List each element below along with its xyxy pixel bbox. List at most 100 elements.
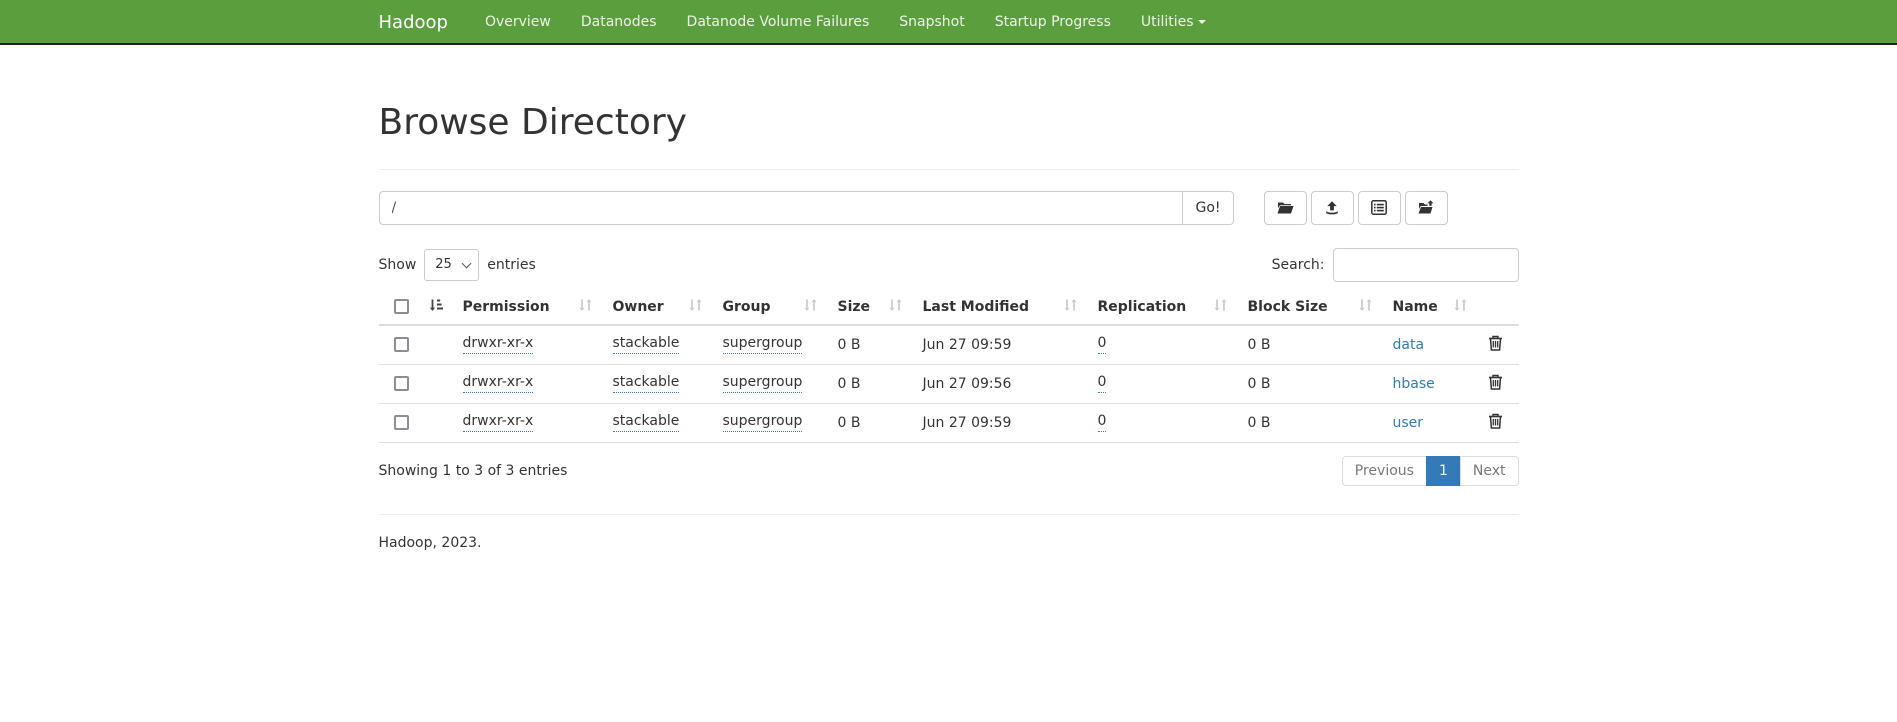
group-cell[interactable]: supergroup: [723, 374, 803, 393]
search-label: Search:: [1272, 257, 1325, 273]
create-directory-button[interactable]: [1264, 191, 1307, 225]
nav-item-utilities-dropdown[interactable]: Utilities: [1126, 0, 1221, 45]
column-header-size[interactable]: Size: [830, 290, 915, 325]
pagination-page-1[interactable]: 1: [1427, 456, 1461, 486]
size-cell: 0 B: [830, 403, 915, 442]
column-label: Last Modified: [923, 299, 1030, 315]
group-cell[interactable]: supergroup: [723, 413, 803, 432]
column-header-last-modified[interactable]: Last Modified: [915, 290, 1090, 325]
column-header-name[interactable]: Name: [1385, 290, 1480, 325]
go-button[interactable]: Go!: [1182, 191, 1233, 225]
folder-move-button[interactable]: [1405, 191, 1448, 225]
table-info: Showing 1 to 3 of 3 entries: [379, 463, 568, 479]
nav-item-datanode-volume-failures[interactable]: Datanode Volume Failures: [672, 0, 885, 45]
sort-both-icon: [578, 298, 593, 316]
column-label: Owner: [613, 299, 664, 315]
upload-files-button[interactable]: [1311, 191, 1354, 225]
directory-path-input[interactable]: [379, 191, 1184, 225]
path-form: Go!: [379, 191, 1519, 225]
folder-move-icon: [1418, 200, 1435, 215]
replication-cell[interactable]: 0: [1098, 374, 1107, 393]
block-size-cell: 0 B: [1240, 403, 1385, 442]
footer-text: Hadoop, 2023.: [379, 535, 1519, 551]
table-row: drwxr-xr-x stackable supergroup 0 B Jun …: [379, 403, 1519, 442]
column-header-block-size[interactable]: Block Size: [1240, 290, 1385, 325]
delete-button[interactable]: [1488, 413, 1503, 432]
pagination-previous[interactable]: Previous: [1342, 456, 1427, 486]
trash-icon: [1488, 417, 1503, 432]
row-checkbox[interactable]: [394, 376, 409, 391]
sort-both-icon: [1453, 298, 1468, 316]
table-row: drwxr-xr-x stackable supergroup 0 B Jun …: [379, 364, 1519, 403]
owner-cell[interactable]: stackable: [613, 413, 680, 432]
owner-cell[interactable]: stackable: [613, 335, 680, 354]
brand-hadoop[interactable]: Hadoop: [379, 0, 448, 45]
list-alt-button[interactable]: [1358, 191, 1401, 225]
folder-open-icon: [1277, 200, 1294, 215]
search-control: Search:: [1272, 248, 1519, 282]
group-cell[interactable]: supergroup: [723, 335, 803, 354]
last-modified-cell: Jun 27 09:59: [915, 403, 1090, 442]
sort-both-icon: [1358, 298, 1373, 316]
column-header-owner[interactable]: Owner: [605, 290, 715, 325]
directory-name-link[interactable]: user: [1393, 415, 1424, 431]
last-modified-cell: Jun 27 09:56: [915, 364, 1090, 403]
utilities-label: Utilities: [1141, 14, 1194, 30]
replication-cell[interactable]: 0: [1098, 335, 1107, 354]
column-header-group[interactable]: Group: [715, 290, 830, 325]
search-input[interactable]: [1333, 248, 1519, 282]
delete-button[interactable]: [1488, 374, 1503, 393]
column-header-replication[interactable]: Replication: [1090, 290, 1240, 325]
sort-both-icon: [803, 298, 818, 316]
column-header-actions: [1480, 290, 1519, 325]
show-label: Show: [379, 257, 417, 273]
permission-cell[interactable]: drwxr-xr-x: [463, 374, 534, 393]
page-length-select[interactable]: 25: [424, 249, 479, 281]
delete-button[interactable]: [1488, 335, 1503, 354]
directory-table: Permission Owner Group Size Last Modifie…: [379, 290, 1519, 443]
pagination-next[interactable]: Next: [1461, 456, 1519, 486]
page-length-control: Show 25 entries: [379, 249, 536, 281]
trash-icon: [1488, 378, 1503, 393]
sort-asc-icon: [429, 298, 443, 316]
row-checkbox[interactable]: [394, 337, 409, 352]
column-label: Block Size: [1248, 299, 1328, 315]
entries-label: entries: [487, 257, 536, 273]
top-navbar: Hadoop Overview Datanodes Datanode Volum…: [0, 0, 1897, 45]
column-label: Replication: [1098, 299, 1187, 315]
directory-name-link[interactable]: data: [1393, 337, 1425, 353]
directory-name-link[interactable]: hbase: [1393, 376, 1435, 392]
last-modified-cell: Jun 27 09:59: [915, 325, 1090, 365]
nav-item-startup-progress[interactable]: Startup Progress: [980, 0, 1126, 45]
nav-item-snapshot[interactable]: Snapshot: [884, 0, 979, 45]
column-label: Permission: [463, 299, 550, 315]
column-header-permission[interactable]: Permission: [455, 290, 605, 325]
block-size-cell: 0 B: [1240, 364, 1385, 403]
column-label: Group: [723, 299, 771, 315]
page-header: Browse Directory: [379, 103, 1519, 170]
nav-item-overview[interactable]: Overview: [470, 0, 566, 45]
owner-cell[interactable]: stackable: [613, 374, 680, 393]
page-title: Browse Directory: [379, 103, 1519, 143]
table-header-row: Permission Owner Group Size Last Modifie…: [379, 290, 1519, 325]
size-cell: 0 B: [830, 364, 915, 403]
replication-cell[interactable]: 0: [1098, 413, 1107, 432]
sort-both-icon: [888, 298, 903, 316]
caret-down-icon: [1198, 20, 1206, 24]
footer-divider: [379, 514, 1519, 515]
size-cell: 0 B: [830, 325, 915, 365]
nav-item-datanodes[interactable]: Datanodes: [566, 0, 672, 45]
block-size-cell: 0 B: [1240, 325, 1385, 365]
sort-both-icon: [688, 298, 703, 316]
permission-cell[interactable]: drwxr-xr-x: [463, 335, 534, 354]
trash-icon: [1488, 339, 1503, 354]
table-row: drwxr-xr-x stackable supergroup 0 B Jun …: [379, 325, 1519, 365]
list-alt-icon: [1371, 200, 1387, 215]
pagination: Previous 1 Next: [1342, 456, 1519, 486]
column-header-select-all[interactable]: [379, 290, 455, 325]
column-label: Size: [838, 299, 871, 315]
select-all-checkbox[interactable]: [394, 299, 409, 314]
permission-cell[interactable]: drwxr-xr-x: [463, 413, 534, 432]
column-label: Name: [1393, 299, 1438, 315]
row-checkbox[interactable]: [394, 415, 409, 430]
